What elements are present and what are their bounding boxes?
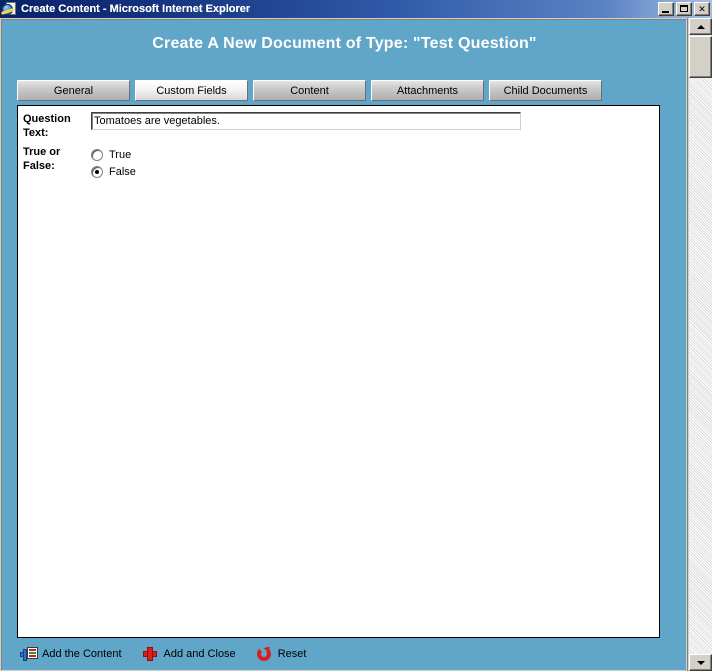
- scrollbar-thumb[interactable]: [689, 36, 712, 78]
- custom-fields-form: Question Text: True or False: True: [23, 111, 521, 180]
- tab-child-documents[interactable]: Child Documents: [489, 80, 602, 101]
- reset-circular-arrow-icon: [256, 644, 274, 662]
- ie-browser-window: Create Content - Microsoft Internet Expl…: [0, 0, 712, 671]
- ie-document-icon: [0, 1, 18, 17]
- close-icon: ✕: [698, 4, 706, 14]
- reset-button[interactable]: Reset: [256, 644, 307, 662]
- radio-true-icon[interactable]: [91, 148, 103, 161]
- question-text-input[interactable]: [91, 112, 521, 130]
- window-client-area: Create A New Document of Type: "Test Que…: [0, 18, 712, 671]
- scroll-up-button[interactable]: [689, 18, 712, 35]
- tab-custom-fields[interactable]: Custom Fields: [135, 80, 248, 101]
- add-content-icon: [20, 646, 38, 662]
- radio-false-label: False: [109, 165, 136, 178]
- form-row-true-or-false: True or False: True False: [23, 144, 521, 180]
- window-title-bar[interactable]: Create Content - Microsoft Internet Expl…: [0, 0, 712, 18]
- reset-label: Reset: [277, 648, 307, 660]
- maximize-button[interactable]: [676, 2, 692, 16]
- tab-content[interactable]: Content: [253, 80, 366, 101]
- red-plus-icon: [142, 646, 160, 662]
- vertical-scrollbar[interactable]: [687, 18, 712, 671]
- tab-attachments[interactable]: Attachments: [371, 80, 484, 101]
- scrollbar-track[interactable]: [689, 35, 712, 654]
- radio-false-icon[interactable]: [91, 165, 103, 178]
- add-the-content-label: Add the Content: [42, 648, 122, 660]
- tab-bar: General Custom Fields Content Attachment…: [17, 80, 602, 101]
- custom-fields-panel: Question Text: True or False: True: [17, 105, 660, 638]
- question-text-control: [88, 111, 521, 130]
- action-bar: Add the Content Add and Close Reset: [20, 644, 326, 662]
- radio-option-false[interactable]: False: [91, 163, 136, 180]
- true-or-false-control: True False: [88, 144, 136, 180]
- scroll-up-arrow-icon: [696, 24, 705, 29]
- add-the-content-button[interactable]: Add the Content: [20, 646, 122, 662]
- question-text-label: Question Text:: [23, 113, 71, 139]
- form-row-question-text: Question Text:: [23, 111, 521, 140]
- radio-true-label: True: [109, 148, 132, 161]
- page-title: Create A New Document of Type: "Test Que…: [152, 35, 537, 52]
- tab-general[interactable]: General: [17, 80, 130, 101]
- scroll-down-arrow-icon: [696, 660, 705, 665]
- window-controls: ✕: [658, 2, 710, 16]
- close-button[interactable]: ✕: [694, 2, 710, 16]
- window-title: Create Content - Microsoft Internet Expl…: [21, 3, 251, 15]
- radio-option-true[interactable]: True: [91, 146, 136, 163]
- document-body: Create A New Document of Type: "Test Que…: [1, 19, 686, 670]
- scroll-down-button[interactable]: [689, 654, 712, 671]
- add-and-close-label: Add and Close: [163, 648, 236, 660]
- true-or-false-label: True or False:: [23, 146, 61, 172]
- minimize-button[interactable]: [658, 2, 674, 16]
- add-and-close-button[interactable]: Add and Close: [142, 646, 236, 662]
